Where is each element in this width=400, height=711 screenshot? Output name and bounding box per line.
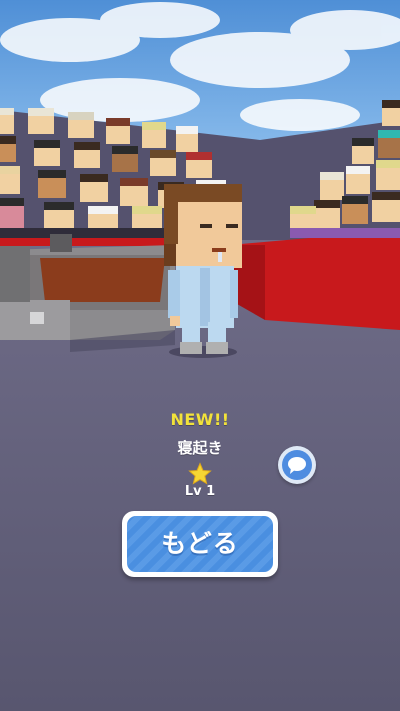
new-badge: NEW!! (170, 410, 230, 429)
character-name: 寝起き (177, 439, 223, 457)
game-scene (0, 0, 400, 711)
back-button-label: もどる (161, 529, 239, 558)
star-icon (188, 462, 212, 485)
chat-button[interactable] (278, 446, 316, 484)
back-button[interactable]: もどる (122, 511, 278, 577)
grey-machine (0, 234, 175, 352)
chat-bubble-icon (288, 457, 306, 474)
character-level: Lv 1 (184, 484, 216, 499)
